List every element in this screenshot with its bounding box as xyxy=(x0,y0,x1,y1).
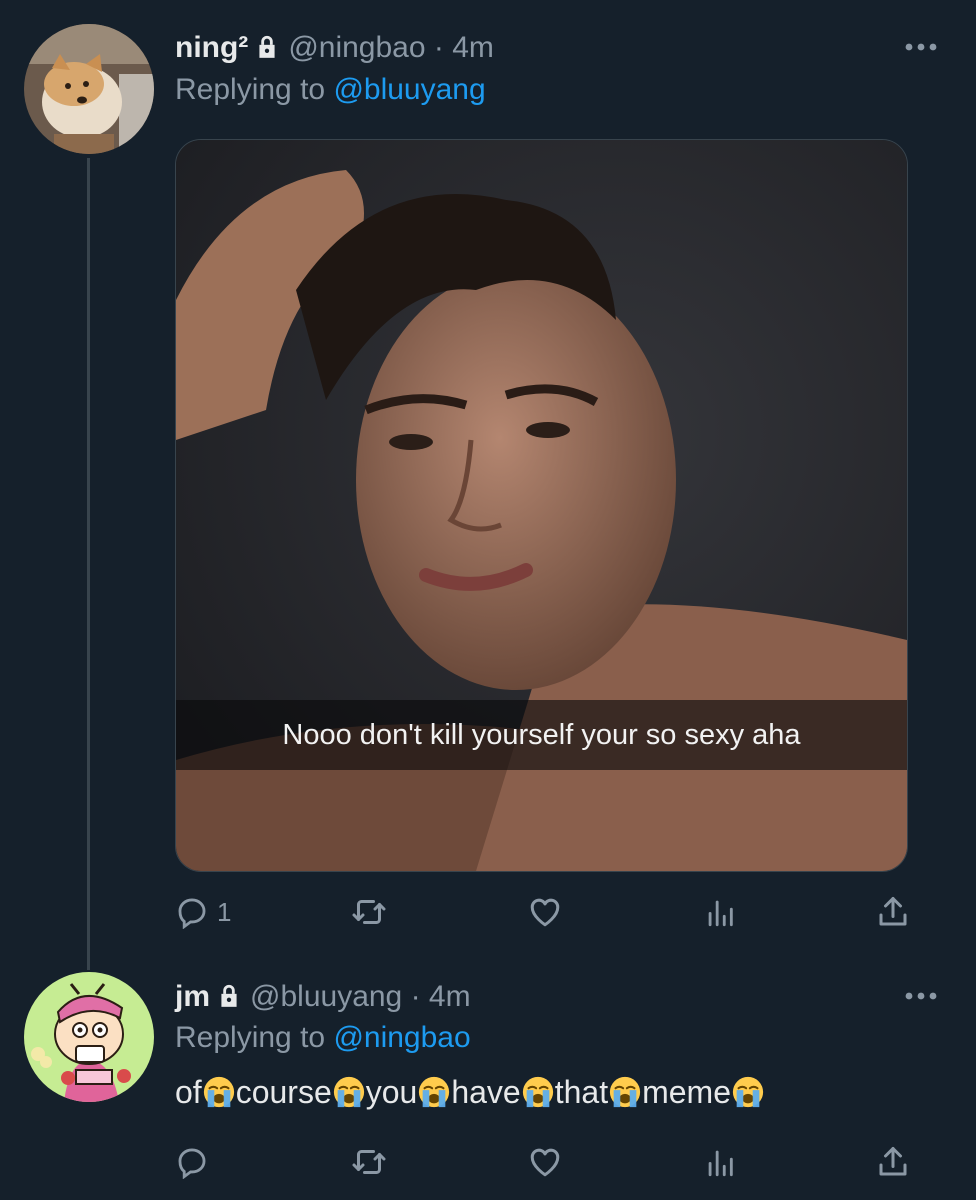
analytics-icon xyxy=(703,1145,737,1179)
loudly-crying-emoji-icon xyxy=(731,1075,765,1109)
tweet-ningbao[interactable]: ning² @ningbao · 4m Replying to @bluuyang xyxy=(0,0,976,960)
display-name[interactable]: jm xyxy=(175,980,210,1013)
timestamp[interactable]: · 4m xyxy=(411,980,471,1013)
tweet-word: course xyxy=(235,1074,332,1110)
tweet-word: meme xyxy=(642,1074,731,1110)
tweet-word: that xyxy=(554,1074,609,1110)
loudly-crying-emoji-icon xyxy=(332,1075,366,1109)
avatar[interactable] xyxy=(24,972,154,1102)
lock-icon xyxy=(216,983,242,1009)
like-icon xyxy=(527,1144,563,1180)
analytics-icon xyxy=(703,895,737,929)
avatar[interactable] xyxy=(24,24,154,154)
reply-icon xyxy=(175,895,209,929)
reply-mention-link[interactable]: @bluuyang xyxy=(333,73,485,106)
retweet-button[interactable] xyxy=(351,892,387,932)
tweet-text: of course you have that meme xyxy=(175,1072,765,1112)
like-button[interactable] xyxy=(527,1142,563,1182)
timestamp[interactable]: · 4m xyxy=(434,31,494,64)
like-button[interactable] xyxy=(527,892,563,932)
retweet-button[interactable] xyxy=(351,1142,387,1182)
retweet-icon xyxy=(351,894,387,930)
reply-icon xyxy=(175,1145,209,1179)
replying-to-label: Replying to xyxy=(175,73,326,106)
handle[interactable]: @ningbao xyxy=(288,31,425,64)
loudly-crying-emoji-icon xyxy=(417,1075,451,1109)
tweet-word: of xyxy=(175,1074,202,1110)
replying-to: Replying to @bluuyang xyxy=(175,72,486,108)
tweet-word: have xyxy=(451,1074,521,1110)
like-icon xyxy=(527,894,563,930)
cartoon-avatar-image xyxy=(24,972,154,1102)
image-caption: Nooo don't kill yourself your so sexy ah… xyxy=(176,700,907,770)
replying-to: Replying to @ningbao xyxy=(175,1020,471,1056)
reply-mention-link[interactable]: @ningbao xyxy=(333,1021,470,1054)
tweet-media-image[interactable]: Nooo don't kill yourself your so sexy ah… xyxy=(175,139,908,872)
analytics-button[interactable] xyxy=(703,1142,737,1182)
reply-button[interactable] xyxy=(175,1142,209,1182)
lock-icon xyxy=(254,34,280,60)
tweet-header: ning² @ningbao · 4m xyxy=(175,30,494,66)
more-icon[interactable] xyxy=(904,991,938,1001)
tweet-word: you xyxy=(365,1074,418,1110)
dog-avatar-image xyxy=(24,24,154,154)
share-icon xyxy=(875,1144,911,1180)
replying-to-label: Replying to xyxy=(175,1021,326,1054)
reply-count: 1 xyxy=(217,896,232,927)
retweet-icon xyxy=(351,1144,387,1180)
display-name[interactable]: ning² xyxy=(175,31,248,64)
action-bar xyxy=(175,1142,915,1182)
analytics-button[interactable] xyxy=(703,892,737,932)
action-bar: 1 xyxy=(175,892,915,932)
loudly-crying-emoji-icon xyxy=(521,1075,555,1109)
more-icon[interactable] xyxy=(904,42,938,52)
share-button[interactable] xyxy=(875,1142,911,1182)
loudly-crying-emoji-icon xyxy=(202,1075,236,1109)
share-icon xyxy=(875,894,911,930)
tweet-bluuyang[interactable]: jm @bluuyang · 4m Replying to @ningbao of… xyxy=(0,960,976,1200)
loudly-crying-emoji-icon xyxy=(608,1075,642,1109)
tweet-header: jm @bluuyang · 4m xyxy=(175,979,471,1015)
handle[interactable]: @bluuyang xyxy=(250,980,402,1013)
reply-button[interactable]: 1 xyxy=(175,892,231,932)
share-button[interactable] xyxy=(875,892,911,932)
